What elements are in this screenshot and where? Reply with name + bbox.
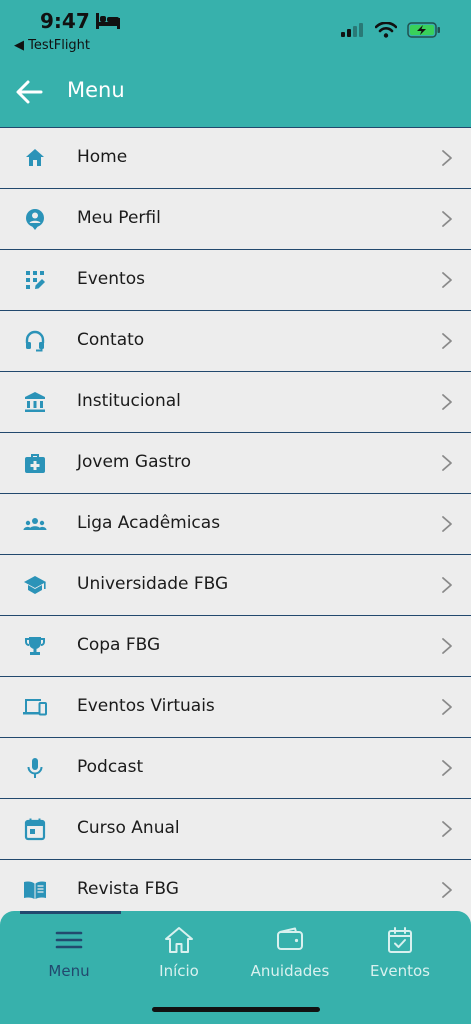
menu-item-label: Copa FBG — [77, 635, 161, 655]
home-icon — [165, 927, 193, 953]
menu-item-home[interactable]: Home — [0, 127, 471, 188]
chevron-right-icon — [442, 882, 452, 898]
home-indicator — [152, 1007, 320, 1012]
menu-item-label: Contato — [77, 330, 145, 350]
menu-item-eventos[interactable]: Eventos — [0, 249, 471, 310]
chevron-right-icon — [442, 211, 452, 227]
status-time-text: 9:47 — [40, 9, 90, 33]
menu-item-liga-academicas[interactable]: Liga Acadêmicas — [0, 493, 471, 554]
menu-item-label: Jovem Gastro — [77, 452, 192, 472]
chevron-right-icon — [442, 638, 452, 654]
battery-charging-icon — [407, 22, 440, 38]
menu-item-revista-fbg[interactable]: Revista FBG — [0, 859, 471, 912]
events-grid-icon — [26, 271, 45, 289]
menu-item-universidade-fbg[interactable]: Universidade FBG — [0, 554, 471, 615]
menu-item-copa-fbg[interactable]: Copa FBG — [0, 615, 471, 676]
home-icon — [26, 149, 44, 166]
menu-item-label: Liga Acadêmicas — [77, 513, 221, 533]
chevron-right-icon — [442, 699, 452, 715]
menu-item-label: Institucional — [77, 391, 181, 411]
menu-item-label: Universidade FBG — [77, 574, 229, 594]
chevron-right-icon — [442, 150, 452, 166]
medical-bag-icon — [25, 454, 45, 473]
chevron-right-icon — [442, 272, 452, 288]
menu-item-label: Home — [77, 147, 128, 167]
back-arrow-icon[interactable] — [14, 77, 44, 107]
menu-item-label: Meu Perfil — [77, 208, 161, 228]
cellular-signal-icon — [341, 23, 363, 37]
tab-label: Menu — [48, 962, 90, 980]
menu-item-label: Eventos Virtuais — [77, 696, 215, 716]
institution-icon — [25, 392, 45, 412]
wallet-icon — [277, 927, 303, 950]
status-indicators — [341, 22, 441, 38]
chevron-right-icon — [442, 516, 452, 532]
chevron-right-icon — [442, 577, 452, 593]
headset-icon — [25, 330, 45, 352]
sleep-mode-icon — [95, 13, 120, 29]
microphone-icon — [27, 758, 43, 778]
tab-inicio[interactable]: Início — [124, 925, 234, 980]
menu-item-contato[interactable]: Contato — [0, 310, 471, 371]
chevron-right-icon — [442, 455, 452, 471]
menu-item-curso-anual[interactable]: Curso Anual — [0, 798, 471, 859]
calendar-icon — [24, 818, 46, 841]
testflight-back-link[interactable]: ◀ TestFlight — [14, 38, 90, 53]
graduation-cap-icon — [24, 576, 46, 594]
page-title: Menu — [67, 78, 125, 102]
status-time: 9:47 — [40, 9, 120, 33]
devices-icon — [23, 699, 47, 716]
menu-item-jovem-gastro[interactable]: Jovem Gastro — [0, 432, 471, 493]
chevron-right-icon — [442, 333, 452, 349]
wifi-icon — [375, 22, 397, 38]
book-icon — [24, 881, 46, 899]
menu-item-label: Eventos — [77, 269, 145, 289]
menu-item-label: Podcast — [77, 757, 144, 777]
menu-item-institucional[interactable]: Institucional — [0, 371, 471, 432]
profile-icon — [26, 209, 44, 230]
tab-label: Eventos — [370, 962, 430, 980]
chevron-right-icon — [442, 821, 452, 837]
tab-eventos[interactable]: Eventos — [345, 925, 455, 980]
tab-label: Anuidades — [250, 962, 330, 980]
menu-list: Home Meu Perfil Eventos Contato Instituc… — [0, 127, 471, 912]
group-icon — [23, 518, 47, 530]
tab-label: Início — [159, 962, 199, 980]
menu-item-meu-perfil[interactable]: Meu Perfil — [0, 188, 471, 249]
tab-menu[interactable]: Menu — [14, 925, 124, 980]
menu-item-podcast[interactable]: Podcast — [0, 737, 471, 798]
tab-anuidades[interactable]: Anuidades — [235, 925, 345, 980]
menu-item-label: Revista FBG — [77, 879, 179, 899]
trophy-icon — [25, 637, 45, 655]
app-header: 9:47 ◀ TestFlight Menu — [0, 0, 471, 128]
active-tab-indicator — [20, 911, 121, 914]
calendar-check-icon — [388, 927, 412, 953]
menu-icon — [55, 931, 83, 949]
chevron-right-icon — [442, 394, 452, 410]
menu-item-label: Curso Anual — [77, 818, 180, 838]
chevron-right-icon — [442, 760, 452, 776]
menu-item-eventos-virtuais[interactable]: Eventos Virtuais — [0, 676, 471, 737]
